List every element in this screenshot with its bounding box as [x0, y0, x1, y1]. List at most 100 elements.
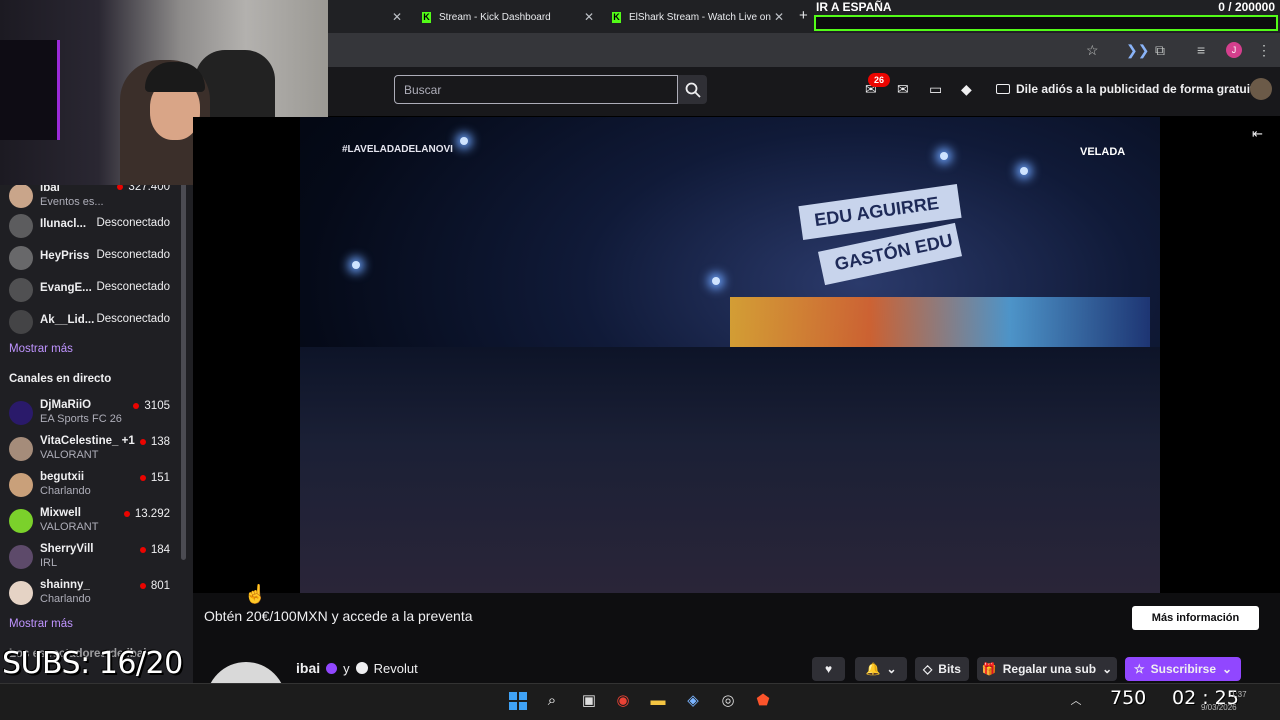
- channel-name: shainny_: [40, 579, 90, 591]
- channel-category: Charlando: [40, 593, 91, 605]
- plus-icon[interactable]: +: [799, 7, 808, 24]
- stage-light: [712, 277, 720, 285]
- profile-avatar[interactable]: J: [1226, 42, 1242, 58]
- tray-counter: 750: [1110, 687, 1147, 709]
- folder-icon[interactable]: ▬: [649, 692, 667, 710]
- menu-icon[interactable]: ⋮: [1257, 42, 1271, 59]
- sidebar-item-offline[interactable]: Ak__Lid... Desconectado: [0, 306, 180, 336]
- gift-sub-button[interactable]: 🎁 Regalar una sub ⌄: [977, 657, 1117, 681]
- gift-icon: 🎁: [981, 662, 997, 676]
- chevron-down-icon: ⌄: [1102, 662, 1113, 676]
- close-icon[interactable]: ✕: [774, 10, 784, 24]
- channel-name: Mixwell: [40, 507, 81, 519]
- viewer-count: 151: [140, 472, 170, 484]
- avatar: [9, 246, 33, 270]
- brave-icon[interactable]: ⬟: [754, 692, 772, 710]
- mail-icon[interactable]: ✉: [897, 81, 909, 98]
- avatar: [9, 545, 33, 569]
- subscribe-button[interactable]: ☆ Suscribirse ⌄: [1125, 657, 1241, 681]
- viewer-count: 3105: [133, 400, 170, 412]
- channel-category: VALORANT: [40, 521, 99, 533]
- close-icon[interactable]: ✕: [584, 10, 594, 24]
- verified-icon: [326, 662, 338, 674]
- and-text: y: [343, 660, 350, 676]
- goal-count: 0 / 200000: [1218, 0, 1275, 14]
- star-icon[interactable]: ☆: [1086, 42, 1099, 59]
- chrome-icon[interactable]: ◉: [614, 692, 632, 710]
- live-channels-heading: Canales en directo: [9, 373, 112, 385]
- event-hashtag: #LAVELADADELANOVI: [342, 144, 453, 155]
- avatar: [9, 184, 33, 208]
- sidebar-item-live[interactable]: Mixwell VALORANT 13.292: [0, 505, 180, 535]
- media-icon[interactable]: ❯❯: [1126, 42, 1149, 59]
- channel-category: EA Sports FC 26: [40, 413, 122, 425]
- user-avatar[interactable]: [1250, 78, 1272, 100]
- more-info-button[interactable]: Más información: [1132, 606, 1259, 630]
- crown-icon[interactable]: ◆: [961, 81, 972, 98]
- adfree-button[interactable]: Dile adiós a la publicidad de forma grat…: [996, 82, 1261, 96]
- sidebar-item-live[interactable]: begutxii Charlando 151: [0, 469, 180, 499]
- avatar: [9, 214, 33, 238]
- bits-button[interactable]: ◇ Bits: [915, 657, 969, 681]
- status-text: Desconectado: [96, 313, 170, 325]
- search-button[interactable]: [678, 75, 707, 104]
- sidebar-item-live[interactable]: shainny_ Charlando 801: [0, 577, 180, 607]
- audience: [300, 347, 1160, 593]
- app-icon[interactable]: ◈: [684, 692, 702, 710]
- tab-close-prev[interactable]: ✕: [386, 4, 402, 30]
- status-text: Desconectado: [96, 217, 170, 229]
- channel-name: VitaCelestine_ +1: [40, 435, 135, 447]
- app-icon[interactable]: ◎: [719, 692, 737, 710]
- chevron-down-icon: ⌄: [886, 662, 897, 676]
- sidebar-item-live[interactable]: VitaCelestine_ +1 VALORANT 138: [0, 433, 180, 463]
- reading-list-icon[interactable]: ≡: [1197, 42, 1205, 58]
- task-view-icon[interactable]: ▣: [580, 692, 598, 710]
- channel-category: Eventos es...: [40, 196, 104, 208]
- whispers-icon[interactable]: ▭: [929, 81, 942, 98]
- follow-button[interactable]: ♥: [812, 657, 845, 681]
- sidebar-item-offline[interactable]: Ilunacl... Desconectado: [0, 210, 180, 240]
- search-input[interactable]: Buscar: [394, 75, 678, 104]
- partner-name[interactable]: Revolut: [374, 661, 418, 676]
- avatar: [9, 509, 33, 533]
- avatar: [9, 437, 33, 461]
- sidebar-item-live[interactable]: SherryVill IRL 184: [0, 541, 180, 571]
- kick-icon: K: [422, 11, 431, 23]
- taskbar: [0, 683, 1280, 720]
- tab-kick-dashboard[interactable]: K Stream - Kick Dashboard ✕: [422, 4, 594, 30]
- show-more-link[interactable]: Mostrar más: [9, 343, 73, 355]
- extensions-icon[interactable]: ⧉: [1155, 42, 1165, 59]
- channel-title: ibai y Revolut: [296, 660, 418, 676]
- clock-date: 9/03/2026: [1201, 703, 1237, 712]
- collapse-chat-icon[interactable]: ⇤: [1252, 126, 1263, 142]
- avatar: [9, 310, 33, 334]
- channel-name[interactable]: ibai: [296, 660, 320, 676]
- search-icon[interactable]: ⌕: [543, 692, 561, 710]
- sidebar-item-live[interactable]: DjMaRiiO EA Sports FC 26 3105: [0, 397, 180, 427]
- video-player[interactable]: EDU AGUIRRE GASTÓN EDU #LAVELADADELANOVI…: [193, 117, 1280, 593]
- close-icon[interactable]: ✕: [392, 10, 402, 24]
- sidebar-scrollbar[interactable]: [181, 160, 186, 560]
- viewer-count: 138: [140, 436, 170, 448]
- show-more-link[interactable]: Mostrar más: [9, 618, 73, 630]
- avatar: [9, 581, 33, 605]
- channel-category: Charlando: [40, 485, 91, 497]
- windows-start-icon[interactable]: [509, 692, 527, 710]
- tab-label: Stream - Kick Dashboard: [439, 11, 551, 23]
- channel-name: SherryVill: [40, 543, 94, 555]
- kick-icon: K: [612, 11, 621, 23]
- notifications-button[interactable]: 🔔 ⌄: [855, 657, 907, 681]
- mouse-cursor: ☝: [244, 584, 267, 604]
- viewer-count: 184: [140, 544, 170, 556]
- sidebar-item-offline[interactable]: EvangE... Desconectado: [0, 274, 180, 304]
- bits-icon: ◇: [923, 662, 933, 676]
- sidebar-item-offline[interactable]: HeyPriss Desconectado: [0, 242, 180, 272]
- tab-elshark-stream[interactable]: K ElShark Stream - Watch Live on ✕: [612, 4, 784, 30]
- tab-label: ElShark Stream - Watch Live on: [629, 11, 771, 23]
- channel-name: EvangE...: [40, 282, 92, 294]
- stage-light: [1020, 167, 1028, 175]
- chevron-up-icon[interactable]: ︿: [1067, 692, 1085, 710]
- avatar: [9, 278, 33, 302]
- status-text: Desconectado: [96, 249, 170, 261]
- stage-light: [460, 137, 468, 145]
